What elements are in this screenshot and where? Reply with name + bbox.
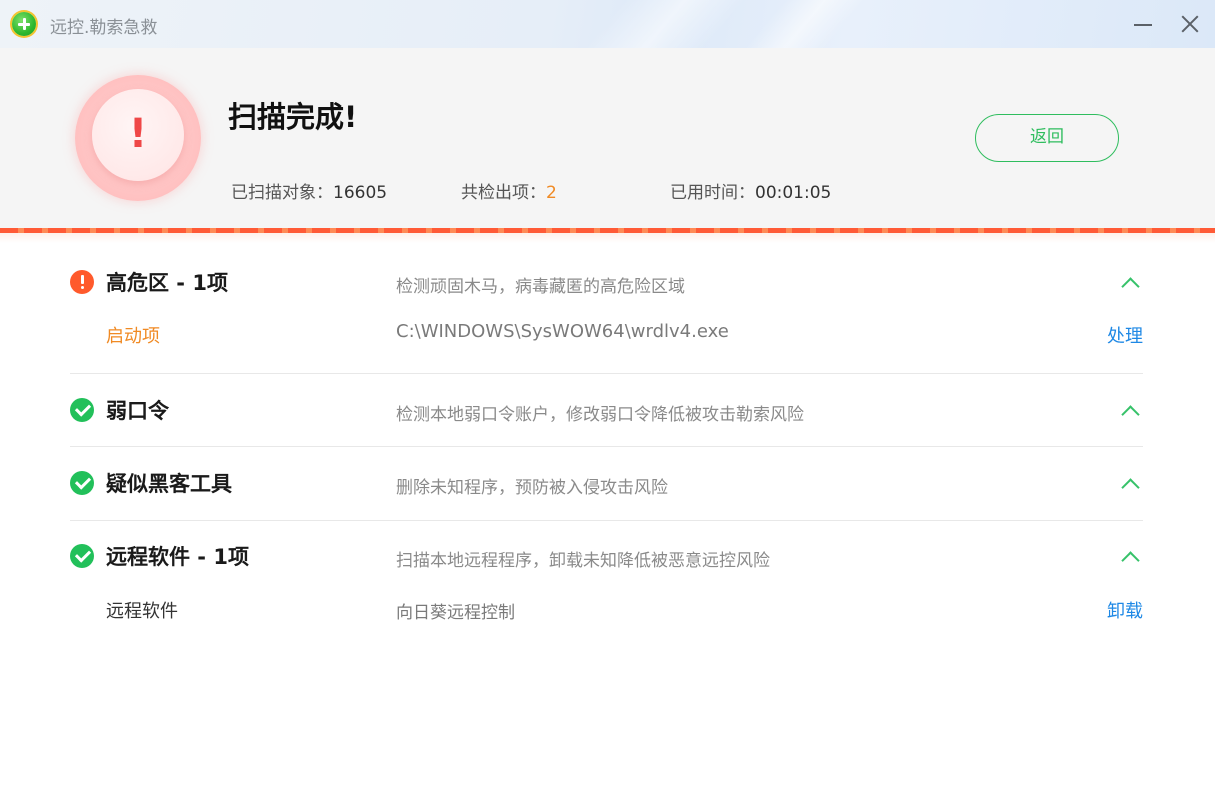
section-hacker-tools: 疑似黑客工具 删除未知程序，预防被入侵攻击风险 — [70, 468, 1143, 508]
minimize-icon[interactable] — [1132, 14, 1154, 36]
alert-badge: ! — [75, 75, 201, 201]
scan-summary-header: ! 扫描完成! 已扫描对象：16605 共检出项：2 已用时间：00:01:05… — [0, 48, 1215, 229]
divider — [70, 520, 1143, 521]
chevron-up-icon[interactable] — [1121, 402, 1139, 420]
stat-value: 00:01:05 — [755, 183, 832, 203]
section-title: 远程软件 - 1项 — [106, 545, 249, 569]
app-title: 远控.勒索急救 — [50, 18, 158, 38]
chevron-up-icon[interactable] — [1121, 548, 1139, 566]
stat-scanned-objects: 已扫描对象：16605 — [231, 178, 387, 203]
stat-label: 已用时间： — [670, 183, 755, 203]
section-title: 高危区 - 1项 — [106, 271, 228, 295]
chevron-up-icon[interactable] — [1121, 475, 1139, 493]
section-description: 检测顽固木马，病毒藏匿的高危险区域 — [396, 277, 685, 297]
stat-label: 已扫描对象： — [231, 183, 333, 203]
warning-circle-icon — [70, 270, 94, 294]
section-description: 检测本地弱口令账户，修改弱口令降低被攻击勒索风险 — [396, 405, 804, 425]
stat-value: 2 — [546, 183, 557, 203]
app-logo-icon — [12, 12, 36, 36]
divider — [70, 446, 1143, 447]
scan-complete-title: 扫描完成! — [228, 100, 358, 134]
chevron-up-icon[interactable] — [1121, 274, 1139, 292]
stat-elapsed-time: 已用时间：00:01:05 — [670, 178, 831, 203]
title-bar: 远控.勒索急救 — [0, 0, 1215, 48]
section-title: 弱口令 — [106, 399, 169, 423]
stat-found-items: 共检出项：2 — [461, 178, 557, 203]
title-bar-decoration — [558, 0, 762, 48]
section-remote-software: 远程软件 - 1项 扫描本地远程程序，卸载未知降低被恶意远控风险 远程软件 向日… — [70, 541, 1143, 631]
section-title: 疑似黑客工具 — [106, 472, 232, 496]
section-weak-password: 弱口令 检测本地弱口令账户，修改弱口令降低被攻击勒索风险 — [70, 395, 1143, 435]
item-label: 启动项 — [106, 326, 160, 347]
back-button[interactable]: 返回 — [975, 114, 1119, 162]
uninstall-link[interactable]: 卸载 — [1107, 597, 1143, 623]
section-description: 删除未知程序，预防被入侵攻击风险 — [396, 478, 668, 498]
item-path: C:\WINDOWS\SysWOW64\wrdlv4.exe — [396, 321, 729, 342]
title-bar-decoration — [718, 0, 882, 48]
alert-badge-inner: ! — [92, 89, 184, 181]
check-circle-icon — [70, 398, 94, 422]
risk-stripe-shadow — [0, 233, 1215, 243]
handle-link[interactable]: 处理 — [1107, 322, 1143, 348]
section-description: 扫描本地远程程序，卸载未知降低被恶意远控风险 — [396, 551, 770, 571]
item-label: 远程软件 — [106, 601, 178, 622]
divider — [70, 373, 1143, 374]
close-icon[interactable] — [1179, 13, 1201, 35]
stat-label: 共检出项： — [461, 183, 546, 203]
check-circle-icon — [70, 471, 94, 495]
check-circle-icon — [70, 544, 94, 568]
section-high-risk: 高危区 - 1项 检测顽固木马，病毒藏匿的高危险区域 启动项 C:\WINDOW… — [70, 266, 1143, 356]
item-detail: 向日葵远程控制 — [396, 603, 515, 623]
alert-exclamation-icon: ! — [128, 111, 148, 157]
stat-value: 16605 — [333, 183, 388, 203]
